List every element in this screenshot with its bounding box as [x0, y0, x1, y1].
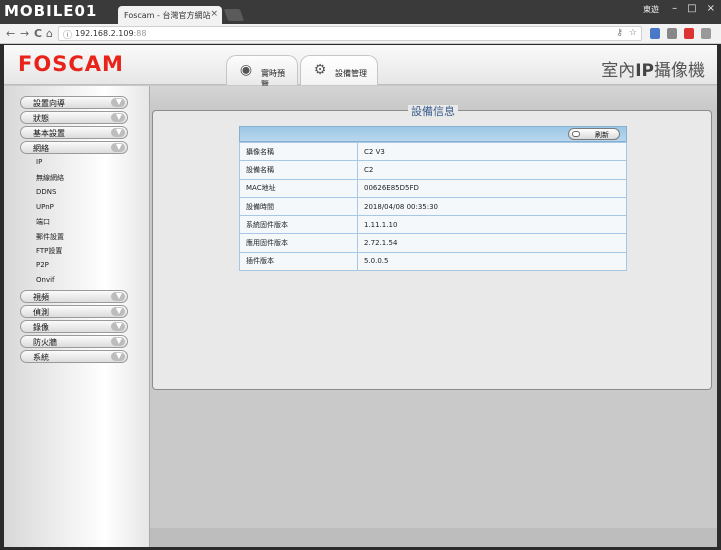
tab-device-management-label: 設備管理 — [335, 69, 367, 78]
table-row: MAC地址 00626E85D5FD — [239, 178, 627, 198]
main-content: 設備信息 刷新 攝像名稱 C2 V3 設備名稱 C2 MAC地址 00626E85D5… — [150, 86, 717, 547]
tab-live-view[interactable]: ◉ 實時預覽 — [226, 55, 298, 89]
url-port: :88 — [133, 29, 147, 38]
product-title: 室內IP攝像機 — [601, 61, 705, 81]
sidebar-subitem-port[interactable]: 端口 — [36, 217, 50, 227]
browser-titlebar: MOBILE01 Foscam - 台灣官方網站 × 東遊 – □ × — [0, 0, 721, 24]
omnibox-icons: ⚷ ☆ — [616, 28, 637, 38]
sidebar-subitem-p2p[interactable]: P2P — [36, 261, 49, 269]
sidebar-item-video[interactable]: 視頻 ▼ — [20, 290, 128, 303]
sidebar-item-basic-settings[interactable]: 基本設置 ▼ — [20, 126, 128, 139]
extension-misc-icon[interactable] — [701, 28, 711, 39]
maximize-icon[interactable]: □ — [687, 3, 696, 14]
chevron-down-icon: ▼ — [115, 321, 122, 330]
chevron-down-icon: ▼ — [115, 336, 122, 345]
camera-web-ui: FOSCAM ◉ 實時預覽 ⚙ 設備管理 室內IP攝像機 設置向導 ▼ 狀態 ▼… — [4, 45, 717, 547]
chevron-down-icon: ▼ — [115, 127, 122, 136]
table-row: 設備時間 2018/04/08 00:35:30 — [239, 196, 627, 217]
sidebar-subitem-wireless[interactable]: 無線網絡 — [36, 173, 64, 183]
sidebar: 設置向導 ▼ 狀態 ▼ 基本設置 ▼ 網絡 ▼ IP 無線網絡 DDNS UPn… — [4, 86, 150, 547]
device-info-header-bar: 刷新 — [239, 126, 627, 142]
panel-title: 設備信息 — [153, 103, 713, 119]
sidebar-item-setup-wizard[interactable]: 設置向導 ▼ — [20, 96, 128, 109]
table-row: 攝像名稱 C2 V3 — [239, 141, 627, 162]
extension-icons: ⋮ — [650, 28, 721, 39]
table-row: 系統固件版本 1.11.1.10 — [239, 215, 627, 235]
chevron-down-icon: ▼ — [115, 112, 122, 121]
minimize-icon[interactable]: – — [672, 3, 677, 14]
chevron-down-icon: ▼ — [115, 291, 122, 300]
device-info-table: 攝像名稱 C2 V3 設備名稱 C2 MAC地址 00626E85D5FD 設備時間 2… — [239, 141, 627, 272]
address-bar[interactable]: ⓘ 192.168.2.109:88 ⚷ ☆ — [58, 26, 642, 41]
chevron-down-icon: ▼ — [115, 351, 122, 360]
window-controls: – □ × — [672, 3, 715, 14]
table-row: 設備名稱 C2 — [239, 160, 627, 180]
refresh-button[interactable]: 刷新 — [568, 128, 620, 140]
sidebar-subitem-ftp[interactable]: FTP設置 — [36, 246, 62, 256]
sidebar-item-firewall[interactable]: 防火牆 ▼ — [20, 335, 128, 348]
browser-tab[interactable]: Foscam - 台灣官方網站 × — [118, 6, 222, 24]
url-host: 192.168.2.109 — [75, 29, 134, 38]
sidebar-subitem-ip[interactable]: IP — [36, 158, 42, 166]
chevron-down-icon: ▼ — [115, 142, 122, 151]
sidebar-subitem-onvif[interactable]: Onvif — [36, 276, 55, 284]
chevron-down-icon: ▼ — [115, 97, 122, 106]
sidebar-subitem-mail[interactable]: 郵件設置 — [36, 232, 64, 242]
profile-name[interactable]: 東遊 — [643, 4, 659, 15]
sidebar-subitem-upnp[interactable]: UPnP — [36, 203, 54, 211]
extension-translate-icon[interactable] — [650, 28, 660, 39]
browser-tab-title: Foscam - 台灣官方網站 — [124, 11, 211, 20]
sidebar-item-system[interactable]: 系統 ▼ — [20, 350, 128, 363]
sidebar-subitem-ddns[interactable]: DDNS — [36, 188, 56, 196]
chevron-down-icon: ▼ — [115, 306, 122, 315]
key-icon[interactable]: ⚷ — [616, 28, 623, 38]
close-tab-icon[interactable]: × — [210, 9, 218, 19]
sidebar-item-network[interactable]: 網絡 ▼ — [20, 141, 128, 154]
site-info-icon[interactable]: ⓘ — [63, 28, 72, 41]
close-window-icon[interactable]: × — [707, 3, 715, 14]
star-icon[interactable]: ☆ — [629, 28, 637, 38]
site-watermark-logo: MOBILE01 — [4, 2, 98, 20]
reload-icon[interactable]: C — [34, 27, 42, 40]
extension-red-icon[interactable] — [684, 28, 694, 39]
webcam-icon: ◉ — [239, 62, 253, 78]
tab-device-management[interactable]: ⚙ 設備管理 — [300, 55, 378, 85]
home-icon[interactable]: ⌂ — [46, 27, 53, 40]
app-header: FOSCAM ◉ 實時預覽 ⚙ 設備管理 室內IP攝像機 — [4, 45, 717, 89]
wrench-gear-icon: ⚙ — [313, 62, 327, 78]
refresh-toggle-icon — [572, 131, 580, 137]
sidebar-item-status[interactable]: 狀態 ▼ — [20, 111, 128, 124]
table-row: 應用固件版本 2.72.1.54 — [239, 233, 627, 253]
browser-toolbar: ← → C ⌂ ⓘ 192.168.2.109:88 ⚷ ☆ ⋮ — [0, 24, 721, 44]
device-info-panel: 設備信息 刷新 攝像名稱 C2 V3 設備名稱 C2 MAC地址 00626E85D5… — [152, 105, 712, 390]
foscam-logo: FOSCAM — [18, 52, 124, 76]
forward-arrow-icon[interactable]: → — [20, 27, 29, 40]
sidebar-item-record[interactable]: 錄像 ▼ — [20, 320, 128, 333]
back-arrow-icon[interactable]: ← — [6, 27, 15, 40]
extension-gray-icon[interactable] — [667, 28, 677, 39]
new-tab-button[interactable] — [223, 9, 245, 21]
table-row: 插件版本 5.0.0.5 — [239, 251, 627, 272]
sidebar-item-detection[interactable]: 偵測 ▼ — [20, 305, 128, 318]
